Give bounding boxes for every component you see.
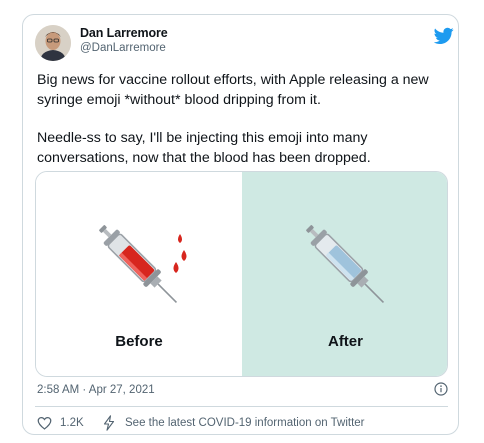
lightning-icon <box>103 415 115 431</box>
before-panel: Before <box>36 172 242 376</box>
after-panel: After <box>242 172 447 376</box>
after-caption: After <box>327 333 363 350</box>
tweet-media[interactable]: Before After <box>35 171 448 377</box>
tweet-text: Big news for vaccine rollout efforts, wi… <box>37 71 451 168</box>
syringe-with-blood-icon <box>99 225 187 304</box>
info-icon[interactable] <box>434 382 448 396</box>
syringe-icon <box>305 225 384 304</box>
covid-info-link[interactable]: See the latest COVID-19 information on T… <box>125 417 364 429</box>
avatar-image <box>35 25 71 61</box>
before-caption: Before <box>115 333 163 350</box>
author-handle[interactable]: @DanLarremore <box>80 42 166 54</box>
tweet-paragraph: Big news for vaccine rollout efforts, wi… <box>37 72 429 108</box>
divider <box>35 406 448 407</box>
tweet-card: Dan Larremore @DanLarremore Big news for… <box>22 14 459 435</box>
tweet-timestamp[interactable]: 2:58 AM · Apr 27, 2021 <box>37 384 155 396</box>
heart-icon[interactable] <box>37 416 52 430</box>
author-name[interactable]: Dan Larremore <box>80 26 168 40</box>
twitter-bird-icon[interactable] <box>434 27 454 45</box>
tweet-paragraph: Needle-ss to say, I'll be injecting this… <box>37 130 371 166</box>
like-count[interactable]: 1.2K <box>60 417 84 429</box>
avatar[interactable] <box>35 25 71 61</box>
